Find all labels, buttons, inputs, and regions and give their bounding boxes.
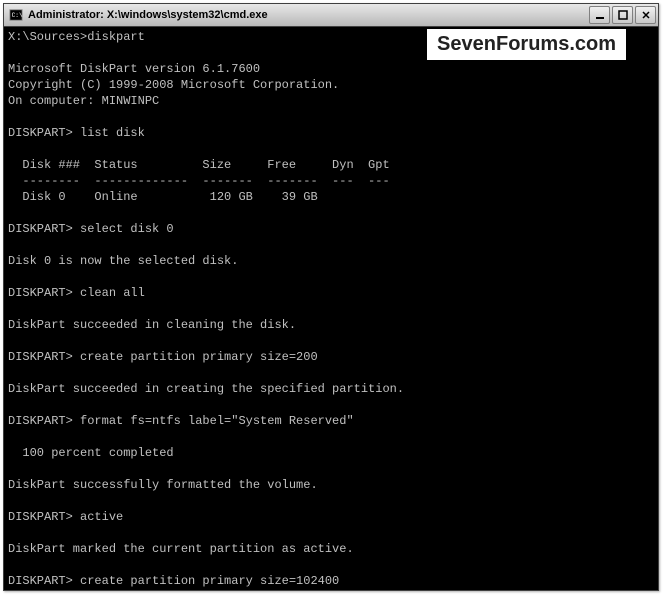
cmd-icon: C:\ [8, 7, 24, 23]
svg-text:C:\: C:\ [12, 12, 23, 19]
minimize-button[interactable] [589, 6, 610, 24]
titlebar[interactable]: C:\ Administrator: X:\windows\system32\c… [4, 4, 658, 26]
close-button[interactable] [635, 6, 656, 24]
terminal-output[interactable]: X:\Sources>diskpart Microsoft DiskPart v… [4, 26, 658, 590]
watermark-label: SevenForums.com [427, 29, 626, 60]
window-title: Administrator: X:\windows\system32\cmd.e… [28, 9, 589, 21]
maximize-button[interactable] [612, 6, 633, 24]
window-controls [589, 6, 656, 24]
cmd-window: C:\ Administrator: X:\windows\system32\c… [3, 3, 659, 591]
